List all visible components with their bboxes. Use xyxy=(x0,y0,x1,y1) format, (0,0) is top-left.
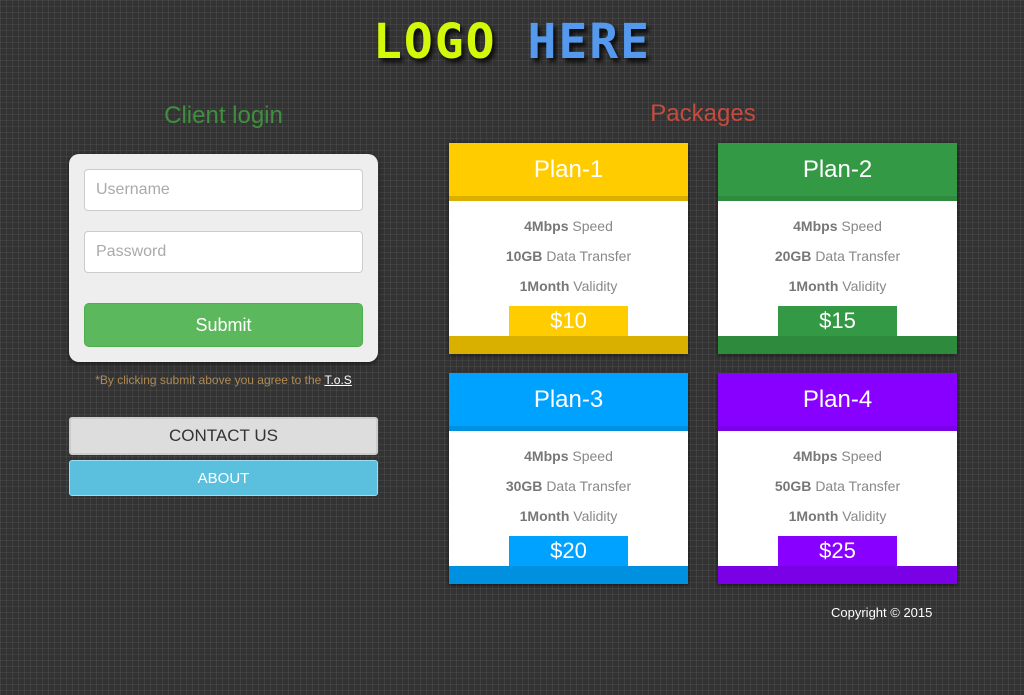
plan-footer xyxy=(449,336,688,354)
tos-notice: *By clicking submit above you agree to t… xyxy=(69,373,378,387)
password-input[interactable] xyxy=(84,231,363,273)
plan-data: 30GB Data Transfer xyxy=(505,478,632,494)
tos-link[interactable]: T.o.S xyxy=(324,373,351,387)
logo-part-2: HERE xyxy=(527,14,652,70)
plan-name: Plan-4 xyxy=(718,373,957,426)
plan-price[interactable]: $25 xyxy=(778,536,897,566)
plan-data: 20GB Data Transfer xyxy=(774,248,901,264)
plan-validity: 1Month Validity xyxy=(788,508,887,524)
about-button[interactable]: ABOUT xyxy=(69,460,378,496)
plan-data: 50GB Data Transfer xyxy=(774,478,901,494)
username-input[interactable] xyxy=(84,169,363,211)
tos-text: *By clicking submit above you agree to t… xyxy=(95,373,325,387)
plan-card[interactable]: Plan-1 4Mbps Speed 10GB Data Transfer 1M… xyxy=(449,143,688,354)
plan-footer xyxy=(718,566,957,584)
copyright: Copyright © 2015 xyxy=(831,605,933,620)
plan-name: Plan-1 xyxy=(449,143,688,196)
plan-name: Plan-3 xyxy=(449,373,688,426)
plan-name: Plan-2 xyxy=(718,143,957,196)
login-title: Client login xyxy=(164,102,283,129)
submit-button[interactable]: Submit xyxy=(84,303,363,347)
plan-validity: 1Month Validity xyxy=(519,508,618,524)
plan-footer xyxy=(718,336,957,354)
plan-card[interactable]: Plan-2 4Mbps Speed 20GB Data Transfer 1M… xyxy=(718,143,957,354)
packages-title: Packages xyxy=(650,100,756,127)
plan-price[interactable]: $10 xyxy=(509,306,628,336)
plan-data: 10GB Data Transfer xyxy=(505,248,632,264)
plan-card[interactable]: Plan-4 4Mbps Speed 50GB Data Transfer 1M… xyxy=(718,373,957,584)
login-form: Submit xyxy=(69,154,378,362)
plan-speed: 4Mbps Speed xyxy=(793,218,882,234)
plan-price[interactable]: $15 xyxy=(778,306,897,336)
plan-speed: 4Mbps Speed xyxy=(524,448,613,464)
logo: LOGO HERE xyxy=(0,14,1024,70)
plan-speed: 4Mbps Speed xyxy=(793,448,882,464)
contact-us-button[interactable]: CONTACT US xyxy=(69,417,378,455)
plan-price[interactable]: $20 xyxy=(509,536,628,566)
plan-validity: 1Month Validity xyxy=(519,278,618,294)
plan-card[interactable]: Plan-3 4Mbps Speed 30GB Data Transfer 1M… xyxy=(449,373,688,584)
plan-validity: 1Month Validity xyxy=(788,278,887,294)
plan-footer xyxy=(449,566,688,584)
logo-part-1: LOGO xyxy=(372,14,497,70)
plan-speed: 4Mbps Speed xyxy=(524,218,613,234)
